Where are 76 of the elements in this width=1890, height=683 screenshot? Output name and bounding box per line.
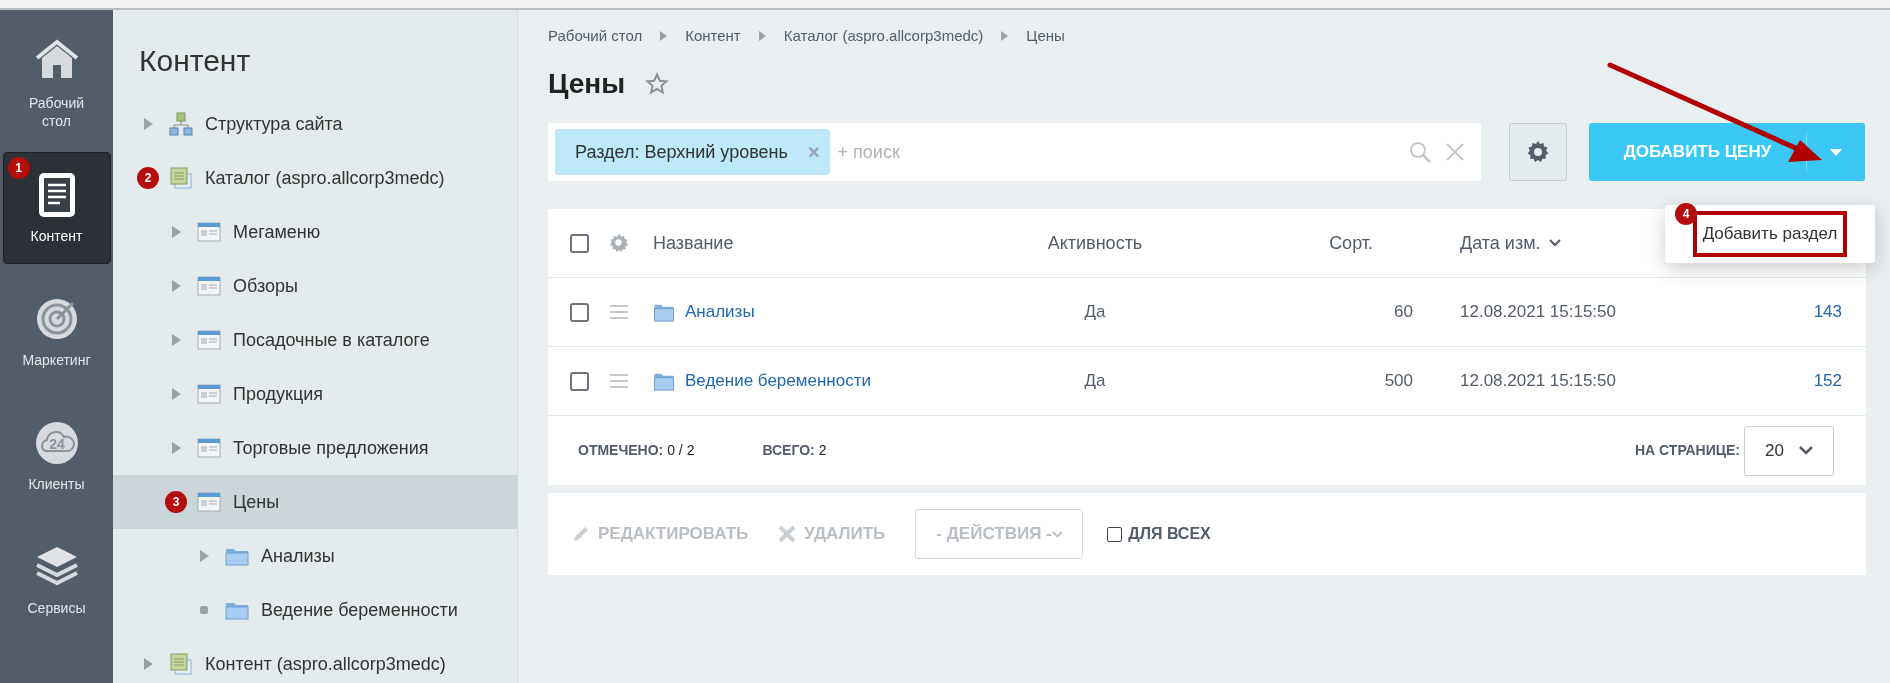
drag-handle-icon bbox=[610, 305, 628, 319]
nav-item[interactable]: Рабочий стол bbox=[2, 28, 111, 140]
breadcrumb-link[interactable]: Каталог (aspro.allcorp3medc) bbox=[783, 24, 984, 48]
tree-item[interactable]: Торговые предложения bbox=[113, 421, 517, 475]
caret-icon bbox=[1830, 148, 1842, 156]
breadcrumb-separator-icon bbox=[660, 31, 668, 41]
column-header[interactable]: Активность bbox=[1047, 229, 1143, 257]
settings-icon bbox=[1526, 140, 1550, 164]
star-icon[interactable] bbox=[645, 72, 670, 96]
tree-item[interactable]: Анализы bbox=[113, 529, 517, 583]
chevron-down-icon bbox=[1051, 529, 1063, 539]
tree-item[interactable]: Посадочные в каталоге bbox=[113, 313, 517, 367]
tree-item[interactable]: 3 Цены bbox=[113, 475, 517, 529]
tree-item[interactable]: Мегаменю bbox=[113, 205, 517, 259]
table-cell: 60 bbox=[1394, 302, 1413, 322]
item-name-link[interactable]: Анализы bbox=[685, 299, 755, 325]
item-name-link[interactable]: Ведение беременности bbox=[685, 368, 871, 394]
filter-search-field[interactable]: Раздел: Верхний уровень × + поиск bbox=[548, 123, 1481, 181]
catalog-icon bbox=[169, 166, 193, 190]
id-link[interactable]: 143 bbox=[1813, 302, 1842, 322]
filter-tag[interactable]: Раздел: Верхний уровень × bbox=[555, 129, 830, 175]
per-page-label: НА СТРАНИЦЕ: bbox=[1634, 441, 1740, 460]
id-link[interactable]: 152 bbox=[1813, 371, 1842, 391]
select-all-checkbox[interactable] bbox=[570, 233, 589, 253]
column-header[interactable]: Дата изм. bbox=[1460, 229, 1541, 257]
nav-item[interactable]: Контент 1 bbox=[2, 152, 111, 264]
column-header[interactable]: Название bbox=[653, 229, 734, 257]
tree-item[interactable]: Продукция bbox=[113, 367, 517, 421]
sitemap-icon bbox=[169, 112, 193, 136]
list-window-icon bbox=[197, 436, 221, 460]
page-title: Цены bbox=[548, 67, 626, 101]
tree-item[interactable]: Структура сайта bbox=[113, 97, 517, 151]
catalog-icon bbox=[169, 652, 193, 676]
per-page-select[interactable]: 20 bbox=[1744, 425, 1834, 476]
settings-icon bbox=[610, 234, 628, 252]
tree-item[interactable]: 2 Каталог (aspro.allcorp3medc) bbox=[113, 151, 517, 205]
table-cell: 12.08.2021 15:15:50 bbox=[1460, 302, 1616, 322]
step-number-badge: 2 bbox=[137, 167, 159, 189]
selected-count: ОТМЕЧЕНО: 0 / 2 bbox=[578, 441, 695, 460]
breadcrumb-link[interactable]: Цены bbox=[1026, 24, 1065, 48]
table-cell: Да bbox=[1084, 302, 1106, 322]
list-window-icon bbox=[197, 220, 221, 244]
column-header[interactable]: Сорт. bbox=[1329, 229, 1373, 257]
breadcrumb-link[interactable]: Контент bbox=[685, 24, 741, 48]
tree-item[interactable]: Обзоры bbox=[113, 259, 517, 313]
folder-icon bbox=[653, 302, 675, 322]
for-all-checkbox[interactable]: ДЛЯ ВСЕХ bbox=[1107, 522, 1211, 546]
breadcrumb-separator-icon bbox=[758, 31, 766, 41]
folder-icon bbox=[653, 371, 675, 391]
sidebar-title: Контент bbox=[138, 43, 251, 79]
list-window-icon bbox=[197, 328, 221, 352]
table-cell: Да bbox=[1084, 371, 1106, 391]
breadcrumb-link[interactable]: Рабочий стол bbox=[548, 24, 643, 48]
list-window-icon bbox=[197, 274, 221, 298]
pencil-icon bbox=[572, 525, 590, 543]
list-window-icon bbox=[197, 382, 221, 406]
chevron-down-icon bbox=[1799, 446, 1813, 455]
checkbox[interactable] bbox=[570, 371, 589, 391]
nav-item[interactable]: Маркетинг bbox=[2, 276, 111, 388]
drag-handle-icon bbox=[610, 374, 628, 388]
checkbox[interactable] bbox=[570, 302, 589, 322]
tree-item[interactable]: Ведение беременности bbox=[113, 583, 517, 637]
nav-item[interactable]: 24 Клиенты bbox=[2, 400, 111, 512]
breadcrumb-separator-icon bbox=[1001, 31, 1009, 41]
step-number-badge: 3 bbox=[165, 491, 187, 513]
table-cell: 500 bbox=[1384, 371, 1413, 391]
filter-tag-label: Раздел: Верхний уровень bbox=[575, 140, 788, 164]
step-number-badge: 4 bbox=[1675, 203, 1697, 225]
step-number-badge: 1 bbox=[7, 157, 30, 179]
cross-icon bbox=[778, 525, 797, 543]
tree-item[interactable]: Контент (aspro.allcorp3medc) bbox=[113, 637, 517, 683]
table-cell: 12.08.2021 15:15:50 bbox=[1460, 371, 1616, 391]
nav-item[interactable]: Сервисы bbox=[2, 524, 111, 636]
total-count: ВСЕГО: 2 bbox=[762, 441, 827, 460]
settings-button[interactable] bbox=[1509, 123, 1567, 181]
list-window-icon bbox=[197, 490, 221, 514]
